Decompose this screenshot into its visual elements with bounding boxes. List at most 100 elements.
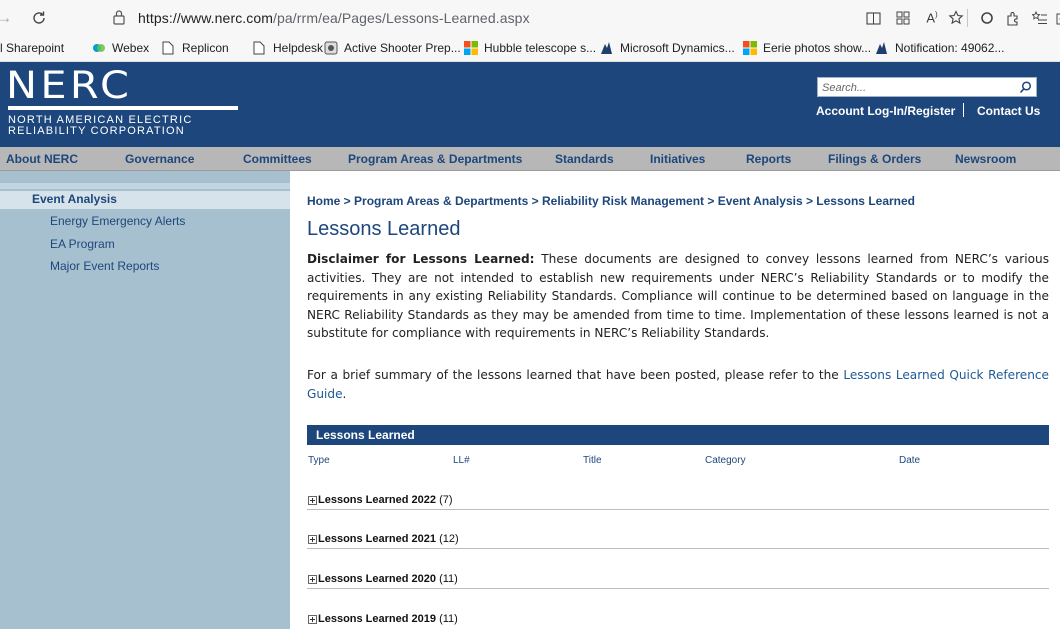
favorite-label: Helpdesk (273, 41, 324, 55)
site-header: NERC NORTH AMERICAN ELECTRIC RELIABILITY… (0, 62, 1060, 147)
summary-end: . (342, 386, 347, 401)
expand-plus-icon[interactable] (308, 575, 317, 584)
nav-about-nerc[interactable]: About NERC (6, 152, 78, 166)
favorite-helpdesk[interactable]: Helpdesk (253, 41, 323, 55)
nav-governance[interactable]: Governance (125, 152, 194, 166)
sidebar-top-strip (0, 183, 290, 189)
summary-text: For a brief summary of the lessons learn… (307, 368, 844, 382)
search-input[interactable] (818, 79, 1008, 97)
favorite-label: Eerie photos show... (763, 41, 872, 55)
favorite-label: Notification: 49062... (895, 41, 1005, 55)
expand-plus-icon[interactable] (308, 496, 317, 505)
immersive-reader-icon[interactable] (862, 7, 884, 29)
sidebar-item-major-event-reports[interactable]: Major Event Reports (50, 259, 159, 273)
nav-committees[interactable]: Committees (243, 152, 312, 166)
group-row-2021[interactable]: Lessons Learned 2021 (12) (307, 531, 1049, 549)
favorite-webex[interactable]: Webex (92, 41, 149, 55)
disclaimer-label: Disclaimer for Lessons Learned: (307, 252, 535, 266)
column-type[interactable]: Type (308, 455, 330, 466)
nav-filings-orders[interactable]: Filings & Orders (828, 152, 921, 166)
account-login-link[interactable]: Account Log-In/Register (816, 104, 955, 118)
expand-plus-icon[interactable] (308, 535, 317, 544)
sidebar-heading-label: Event Analysis (32, 192, 117, 206)
group-label: Lessons Learned 2019 (11) (318, 613, 458, 625)
contact-us-link[interactable]: Contact Us (977, 104, 1040, 118)
disclaimer-paragraph: Disclaimer for Lessons Learned: These do… (307, 250, 1049, 343)
sidebar-heading-event-analysis[interactable]: Event Analysis (0, 191, 290, 209)
search-icon[interactable] (1019, 81, 1032, 94)
favorite-eerie-photos[interactable]: Eerie photos show... (743, 41, 871, 55)
group-label: Lessons Learned 2022 (7) (318, 494, 453, 506)
sidebar-item-energy-emergency-alerts[interactable]: Energy Emergency Alerts (50, 214, 185, 228)
logo-divider (8, 106, 238, 110)
favorite-sharepoint[interactable]: l Sharepoint (0, 41, 64, 55)
group-year: Lessons Learned 2021 (318, 533, 437, 545)
collections-icon[interactable] (1052, 7, 1060, 29)
read-aloud-icon[interactable]: A) (921, 7, 943, 29)
favorite-hubble[interactable]: Hubble telescope s... (464, 41, 596, 55)
column-ll-number[interactable]: LL# (453, 455, 470, 466)
favorites-list-icon[interactable] (1029, 7, 1051, 29)
group-year: Lessons Learned 2022 (318, 494, 437, 506)
search-box (817, 77, 1037, 97)
dynamics-icon (875, 41, 889, 55)
extension-circle-icon[interactable] (976, 7, 998, 29)
expand-plus-icon[interactable] (308, 615, 317, 624)
lessons-table-header: Lessons Learned (307, 425, 1049, 445)
left-sidebar: Event Analysis Energy Emergency Alerts E… (0, 171, 290, 629)
group-count: (7) (439, 494, 453, 506)
group-row-2022[interactable]: Lessons Learned 2022 (7) (307, 492, 1049, 510)
nav-initiatives[interactable]: Initiatives (650, 152, 705, 166)
forward-icon[interactable]: → (0, 6, 16, 30)
logo-wordmark: NERC (6, 64, 133, 107)
site-icon (324, 41, 338, 55)
app-available-icon[interactable] (892, 7, 914, 29)
url-host: https://www.nerc.com (138, 10, 274, 26)
favorite-label: Replicon (182, 41, 229, 55)
favorite-label: Webex (112, 41, 150, 55)
nav-newsroom[interactable]: Newsroom (955, 152, 1016, 166)
favorite-label: Active Shooter Prep... (344, 41, 461, 55)
favorite-label: l Sharepoint (0, 41, 65, 55)
main-content: Home > Program Areas & Departments > Rel… (290, 171, 1060, 629)
group-row-2020[interactable]: Lessons Learned 2020 (11) (307, 571, 1049, 589)
column-category[interactable]: Category (705, 455, 746, 466)
browser-address-bar: → https://www.nerc.com/pa/rrm/ea/Pages/L… (0, 0, 1060, 36)
group-count: (11) (439, 573, 458, 585)
group-year: Lessons Learned 2020 (318, 573, 437, 585)
nav-standards[interactable]: Standards (555, 152, 614, 166)
nav-program-areas[interactable]: Program Areas & Departments (348, 152, 522, 166)
lock-icon[interactable] (112, 9, 128, 27)
group-label: Lessons Learned 2021 (12) (318, 533, 459, 545)
favorite-active-shooter[interactable]: Active Shooter Prep... (324, 41, 461, 55)
group-year: Lessons Learned 2019 (318, 613, 437, 625)
favorite-label: Microsoft Dynamics... (620, 41, 735, 55)
nav-reports[interactable]: Reports (746, 152, 791, 166)
page-title: Lessons Learned (307, 218, 461, 240)
favorite-label: Hubble telescope s... (484, 41, 597, 55)
logo-subtitle-line2: RELIABILITY CORPORATION (8, 125, 185, 137)
group-label: Lessons Learned 2020 (11) (318, 573, 458, 585)
group-count: (12) (439, 533, 459, 545)
favorite-dynamics[interactable]: Microsoft Dynamics... (600, 41, 735, 55)
url-field[interactable]: https://www.nerc.com/pa/rrm/ea/Pages/Les… (138, 10, 530, 26)
column-title[interactable]: Title (583, 455, 602, 466)
url-path: /pa/rrm/ea/Pages/Lessons-Learned.aspx (273, 10, 530, 26)
page-icon (162, 41, 176, 55)
page-icon (253, 41, 267, 55)
lessons-table-title: Lessons Learned (316, 428, 415, 442)
breadcrumb[interactable]: Home > Program Areas & Departments > Rel… (307, 194, 915, 208)
toolbar-divider (967, 9, 968, 27)
extensions-puzzle-icon[interactable] (1002, 7, 1024, 29)
favorite-star-icon[interactable] (945, 7, 967, 29)
msn-icon (743, 41, 757, 55)
main-nav: About NERC Governance Committees Program… (0, 147, 1060, 171)
header-link-divider (963, 103, 964, 117)
group-row-2019[interactable]: Lessons Learned 2019 (11) (307, 611, 1049, 629)
refresh-icon[interactable] (27, 6, 51, 30)
column-date[interactable]: Date (899, 455, 920, 466)
favorite-notification[interactable]: Notification: 49062... (875, 41, 1004, 55)
favorite-replicon[interactable]: Replicon (162, 41, 229, 55)
sidebar-item-ea-program[interactable]: EA Program (50, 237, 115, 251)
summary-paragraph: For a brief summary of the lessons learn… (307, 366, 1049, 403)
